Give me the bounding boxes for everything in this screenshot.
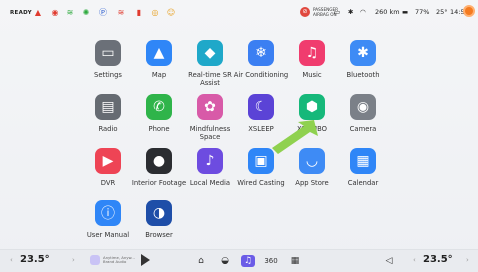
signal-icon: ▭ <box>334 8 341 16</box>
app-label: Camera <box>349 125 377 133</box>
apps-grid-icon[interactable]: ▦ <box>288 255 302 267</box>
mindfulness-icon[interactable]: ✿ <box>197 94 223 120</box>
360-view-icon[interactable]: 360 <box>264 255 278 267</box>
local-media-icon[interactable]: ♪ <box>197 148 223 174</box>
app-browser[interactable]: ◑ Browser <box>128 200 190 239</box>
wifi-icon: ◠ <box>360 8 366 16</box>
calendar-icon[interactable]: ▦ <box>350 148 376 174</box>
app-label: Calendar <box>347 179 379 187</box>
temp-right-decrease[interactable]: ‹ <box>413 256 416 264</box>
app-calendar[interactable]: ▦ Calendar <box>332 148 394 187</box>
settings-icon[interactable]: ▭ <box>95 40 121 66</box>
map-icon[interactable]: ▲ <box>146 40 172 66</box>
app-camera[interactable]: ◉ Camera <box>332 94 394 133</box>
music-icon[interactable]: ♫ <box>299 40 325 66</box>
tire-icon: ◉ <box>51 8 59 17</box>
home-icon[interactable]: ⌂ <box>194 255 208 267</box>
car-icon[interactable]: ◒ <box>218 255 232 267</box>
media-widget[interactable]: Anytime, Anyw... Brand Audio <box>90 254 150 266</box>
battery-icon: ▬ <box>402 8 409 16</box>
app-label: Browser <box>145 231 173 239</box>
app-bluetooth[interactable]: ✱ Bluetooth <box>332 40 394 79</box>
media-title: Anytime, Anyw... Brand Audio <box>103 254 135 264</box>
browser-icon[interactable]: ◑ <box>146 200 172 226</box>
gear-status: READY <box>10 10 32 16</box>
temp-right-increase[interactable]: › <box>466 256 469 264</box>
bottom-dock: ‹ 23.5° › Anytime, Anyw... Brand Audio ⌂… <box>0 249 478 272</box>
seatbelt-icon: ☺ <box>166 8 176 17</box>
range-value: 260 km <box>375 8 400 16</box>
camera-icon[interactable]: ◉ <box>350 94 376 120</box>
app-label: Bluetooth <box>346 71 380 79</box>
p-icon: Ⓟ <box>99 8 107 17</box>
xsleep-icon[interactable]: ☾ <box>248 94 274 120</box>
right-temperature[interactable]: 23.5° <box>423 254 453 265</box>
music-app-icon[interactable]: ♫ <box>241 255 255 267</box>
lamp-icon: ✺ <box>82 8 90 17</box>
volume-icon[interactable]: ◁ <box>382 255 396 267</box>
bluetooth-icon[interactable]: ✱ <box>350 40 376 66</box>
temp-left-decrease[interactable]: ‹ <box>10 256 13 264</box>
home-screen: READY ▲ ◉ ≋ ✺ Ⓟ ≋ ▮ ◎ ☺ ⊘ PASSENGER AIRB… <box>0 0 478 272</box>
user-avatar[interactable] <box>463 5 475 17</box>
album-art <box>90 255 100 265</box>
user-manual-icon[interactable]: ⓘ <box>95 200 121 226</box>
headlight-icon: ≋ <box>66 8 74 17</box>
light-icon: ◎ <box>151 8 159 17</box>
xcombo-icon[interactable]: ⬢ <box>299 94 325 120</box>
outside-temperature: 25° <box>436 8 448 16</box>
battery-percent: 77% <box>415 8 430 16</box>
air-conditioning-icon[interactable]: ❄ <box>248 40 274 66</box>
radio-icon[interactable]: ▤ <box>95 94 121 120</box>
bluetooth-status-icon: ✱ <box>348 8 354 16</box>
interior-footage-icon[interactable]: ● <box>146 148 172 174</box>
sr-assist-icon[interactable]: ◆ <box>197 40 223 66</box>
battery-warning-icon: ▮ <box>136 8 142 17</box>
airbag-icon: ⊘ <box>300 7 310 17</box>
status-bar: READY ▲ ◉ ≋ ✺ Ⓟ ≋ ▮ ◎ ☺ ⊘ PASSENGER AIRB… <box>0 0 478 30</box>
car-warning-icon: ▲ <box>34 8 42 17</box>
play-icon[interactable] <box>141 254 150 266</box>
phone-icon[interactable]: ✆ <box>146 94 172 120</box>
left-temperature[interactable]: 23.5° <box>20 254 50 265</box>
dvr-icon[interactable]: ▶ <box>95 148 121 174</box>
highlight-arrow <box>272 120 318 154</box>
beam-icon: ≋ <box>117 8 125 17</box>
temp-left-increase[interactable]: › <box>72 256 75 264</box>
